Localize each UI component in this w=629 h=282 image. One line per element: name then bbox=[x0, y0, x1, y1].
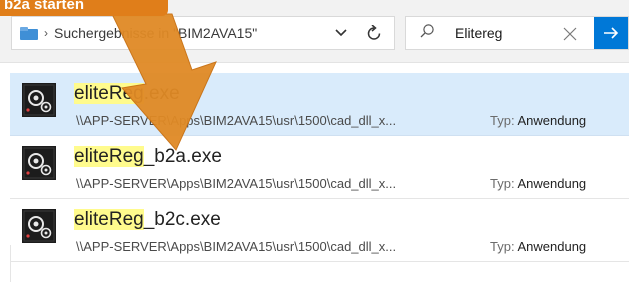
address-bar[interactable]: › Suchergebnisse in "BIM2AVA15" bbox=[11, 16, 355, 50]
file-type: Typ: Anwendung bbox=[490, 176, 587, 191]
search-results-list: eliteReg.exe \\APP-SERVER\Apps\BIM2AVA15… bbox=[10, 73, 629, 262]
search-input[interactable] bbox=[455, 25, 555, 41]
breadcrumb[interactable]: Suchergebnisse in "BIM2AVA15" bbox=[54, 25, 328, 41]
refresh-icon bbox=[367, 25, 380, 40]
file-path: \\APP-SERVER\Apps\BIM2AVA15\usr\1500\cad… bbox=[76, 239, 397, 254]
search-icon bbox=[420, 24, 434, 38]
folder-icon bbox=[20, 26, 38, 40]
breadcrumb-separator[interactable]: › bbox=[44, 26, 48, 40]
file-name[interactable]: eliteReg_b2c.exe bbox=[74, 209, 221, 231]
search-go-button[interactable] bbox=[594, 17, 628, 49]
list-item[interactable]: eliteReg.exe \\APP-SERVER\Apps\BIM2AVA15… bbox=[10, 73, 629, 136]
arrow-right-icon bbox=[604, 27, 619, 39]
divider bbox=[10, 245, 11, 282]
file-name[interactable]: eliteReg.exe bbox=[74, 83, 180, 105]
application-gears-icon bbox=[22, 209, 56, 243]
chevron-down-icon[interactable] bbox=[328, 26, 354, 40]
callout-label: b2a starten bbox=[0, 0, 168, 16]
file-type: Typ: Anwendung bbox=[490, 239, 587, 254]
search-box[interactable] bbox=[405, 16, 629, 50]
application-gears-icon bbox=[22, 146, 56, 180]
list-item[interactable]: eliteReg_b2c.exe \\APP-SERVER\Apps\BIM2A… bbox=[10, 199, 629, 262]
refresh-button[interactable] bbox=[353, 16, 395, 50]
file-path: \\APP-SERVER\Apps\BIM2AVA15\usr\1500\cad… bbox=[76, 113, 397, 128]
close-icon[interactable] bbox=[563, 23, 577, 46]
list-item[interactable]: eliteReg_b2a.exe \\APP-SERVER\Apps\BIM2A… bbox=[10, 136, 629, 199]
file-path: \\APP-SERVER\Apps\BIM2AVA15\usr\1500\cad… bbox=[76, 176, 397, 191]
application-gears-icon bbox=[22, 83, 56, 117]
file-name[interactable]: eliteReg_b2a.exe bbox=[74, 146, 222, 168]
file-type: Typ: Anwendung bbox=[490, 113, 587, 128]
